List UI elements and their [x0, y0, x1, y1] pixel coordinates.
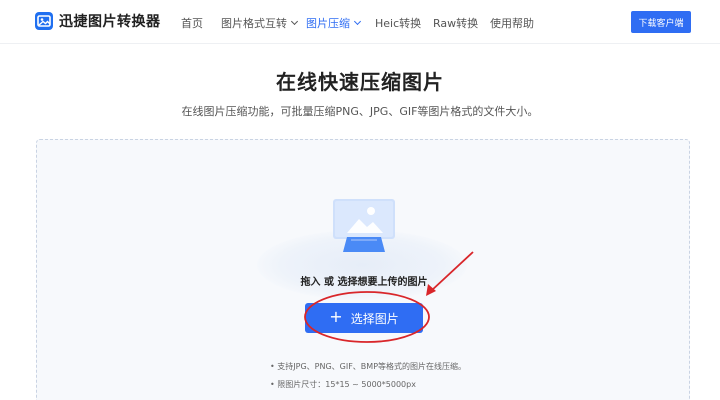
- nav-help-label: 使用帮助: [490, 17, 534, 30]
- page-subtitle: 在线图片压缩功能，可批量压缩PNG、JPG、GIF等图片格式的文件大小。: [181, 105, 539, 118]
- select-image-button[interactable]: + 选择图片: [305, 303, 423, 333]
- download-client-button[interactable]: 下载客户端: [631, 11, 691, 33]
- top-header: 迅捷图片转换器 首页 图片格式互转 图片压缩 Heic转换 Raw转换 使用帮助…: [0, 0, 720, 44]
- nav-format-convert[interactable]: 图片格式互转: [221, 15, 299, 31]
- select-image-label: 选择图片: [350, 311, 399, 326]
- nav-heic-convert-label: Heic转换: [375, 17, 422, 30]
- chevron-down-icon: [290, 17, 299, 26]
- page-title: 在线快速压缩图片: [276, 70, 444, 94]
- logo[interactable]: 迅捷图片转换器: [35, 11, 161, 31]
- upload-dropzone[interactable]: 拖入 或 选择想要上传的图片 + 选择图片 • 支持JPG、PNG、GIF、BM…: [36, 139, 690, 400]
- nav-home[interactable]: 首页: [181, 15, 203, 31]
- size-limit-hint: • 限图片尺寸：15*15 ~ 5000*5000px: [270, 380, 416, 389]
- nav-raw-convert[interactable]: Raw转换: [433, 15, 478, 31]
- chevron-down-icon: [353, 17, 362, 26]
- nav-format-convert-label: 图片格式互转: [221, 17, 287, 30]
- supported-formats-hint: • 支持JPG、PNG、GIF、BMP等格式的图片在线压缩。: [270, 362, 467, 371]
- plus-icon: +: [329, 307, 343, 326]
- nav-image-compress-label: 图片压缩: [306, 17, 350, 30]
- image-upload-icon: [333, 199, 395, 255]
- logo-icon: [35, 12, 53, 30]
- nav-raw-convert-label: Raw转换: [433, 17, 479, 30]
- nav-home-label: 首页: [181, 17, 203, 30]
- nav-image-compress[interactable]: 图片压缩: [306, 15, 362, 31]
- nav-help[interactable]: 使用帮助: [490, 15, 534, 31]
- nav-heic-convert[interactable]: Heic转换: [375, 15, 421, 31]
- logo-text: 迅捷图片转换器: [59, 14, 161, 30]
- dropzone-instructions: 拖入 或 选择想要上传的图片: [300, 277, 428, 288]
